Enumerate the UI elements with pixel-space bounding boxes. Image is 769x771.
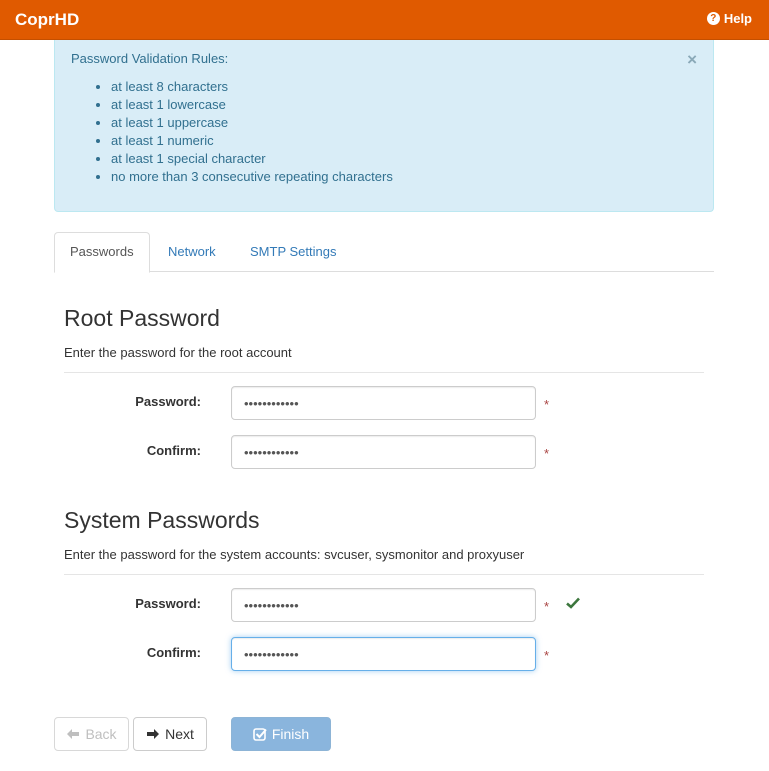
system-password-label: Password: [135, 596, 201, 611]
root-confirm-label: Confirm: [146, 443, 201, 458]
close-icon[interactable]: × [687, 51, 697, 68]
check-square-icon [253, 728, 267, 741]
system-passwords-title: System Passwords [64, 507, 260, 533]
password-rules-alert: Password Validation Rules: × at least 8 … [54, 40, 714, 212]
list-item: at least 1 uppercase [111, 114, 393, 132]
finish-label: Finish [271, 726, 310, 742]
tab-smtp-settings[interactable]: SMTP Settings [234, 232, 352, 272]
system-password-input[interactable] [231, 588, 536, 622]
list-item: at least 1 lowercase [111, 96, 393, 114]
next-label: Next [165, 726, 194, 742]
system-passwords-description: Enter the password for the system accoun… [64, 547, 525, 562]
alert-title: Password Validation Rules: [71, 51, 229, 66]
help-label: Help [723, 11, 752, 26]
required-marker: * [544, 599, 550, 614]
tab-network[interactable]: Network [152, 232, 232, 272]
list-item: at least 8 characters [111, 78, 393, 96]
tab-passwords[interactable]: Passwords [54, 232, 150, 273]
root-password-title: Root Password [64, 305, 220, 331]
list-item: no more than 3 consecutive repeating cha… [111, 168, 393, 186]
root-confirm-input[interactable] [231, 435, 536, 469]
list-item: at least 1 special character [111, 150, 393, 168]
question-circle-icon: ? [706, 12, 720, 25]
root-password-description: Enter the password for the root account [64, 345, 292, 360]
back-label: Back [85, 726, 117, 742]
root-password-label: Password: [135, 394, 201, 409]
required-marker: * [544, 648, 550, 663]
required-marker: * [544, 446, 550, 461]
list-item: at least 1 numeric [111, 132, 393, 150]
rules-list: at least 8 characters at least 1 lowerca… [111, 78, 393, 186]
system-confirm-label: Confirm: [146, 645, 201, 660]
finish-button[interactable]: Finish [231, 717, 331, 751]
system-confirm-input[interactable] [231, 637, 536, 671]
next-button[interactable]: Next [133, 717, 207, 751]
arrow-right-icon [147, 729, 160, 739]
required-marker: * [544, 397, 550, 412]
root-password-input[interactable] [231, 386, 536, 420]
top-navbar: CoprHD ? Help [0, 0, 769, 40]
help-link[interactable]: ? Help [706, 11, 752, 26]
divider [64, 574, 704, 575]
check-icon [566, 597, 580, 609]
divider [64, 372, 704, 373]
tab-bar: Passwords Network SMTP Settings [54, 232, 714, 273]
app-brand[interactable]: CoprHD [15, 10, 79, 30]
back-button[interactable]: Back [54, 717, 129, 751]
arrow-left-icon [67, 729, 80, 739]
